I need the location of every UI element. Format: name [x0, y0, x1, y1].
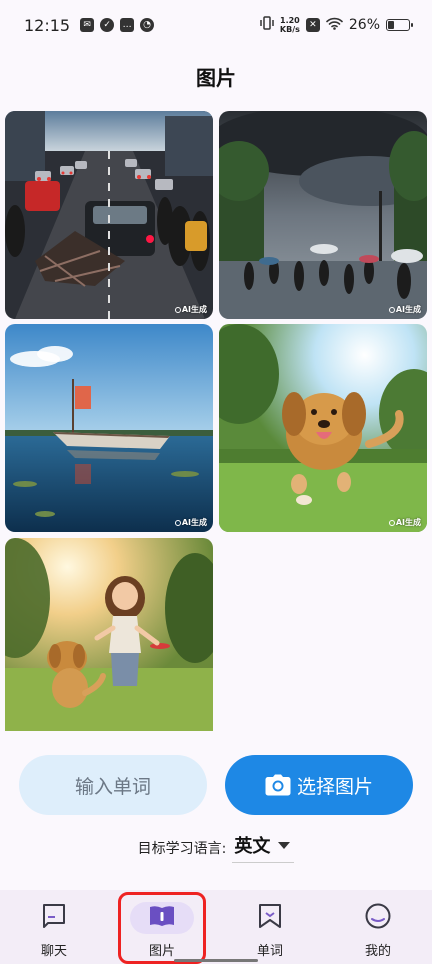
- vibrate-icon: [260, 15, 274, 35]
- gesture-home-bar: [174, 959, 258, 962]
- gallery-photo-dog[interactable]: AI生成: [219, 324, 427, 532]
- network-speed: 1.20 KB/s: [280, 16, 300, 34]
- camera-icon: [265, 774, 291, 796]
- network-speed-unit: KB/s: [279, 25, 300, 34]
- storm-crowd-image: [219, 111, 427, 319]
- gallery-photo-traffic[interactable]: AI生成: [5, 111, 213, 319]
- status-bar: 12:15 ✉ ✓ … ◔ 1.20 KB/s ✕ 26%: [0, 0, 432, 50]
- ai-badge-text: AI生成: [181, 305, 207, 314]
- image-book-icon: [149, 905, 175, 931]
- gallery-photo-girl-dog[interactable]: [5, 538, 213, 731]
- nav-item-chat[interactable]: 聊天: [0, 890, 108, 964]
- image-gallery: AI生成 AI生成 AI生成 AI生成: [5, 111, 427, 731]
- golden-retriever-image: [219, 324, 427, 532]
- ai-generated-badge: AI生成: [174, 304, 207, 315]
- girl-with-dog-image: [5, 538, 213, 731]
- nav-label-image: 图片: [148, 944, 175, 959]
- battery-percent: 26%: [348, 17, 380, 33]
- ai-badge-text: AI生成: [181, 518, 207, 527]
- target-language-dropdown[interactable]: 英文: [232, 832, 295, 863]
- check-notification-icon: ✓: [100, 18, 115, 32]
- nav-label-chat: 聊天: [40, 944, 67, 959]
- input-word-label: 输入单词: [74, 775, 151, 798]
- gallery-photo-boat[interactable]: AI生成: [5, 324, 213, 532]
- network-speed-value: 1.20: [280, 16, 300, 25]
- ai-badge-text: AI生成: [395, 305, 421, 314]
- target-language-row: 目标学习语言: 英文: [0, 832, 432, 863]
- select-image-button[interactable]: 选择图片: [225, 755, 413, 815]
- ai-badge-text: AI生成: [395, 518, 421, 527]
- ai-generated-badge: AI生成: [388, 304, 421, 315]
- ai-generated-badge: AI生成: [388, 517, 421, 528]
- wechat-notification-icon: ◔: [140, 18, 155, 32]
- target-language-value: 英文: [234, 836, 271, 857]
- profile-icon: [365, 903, 391, 933]
- nav-item-image[interactable]: 图片: [108, 890, 216, 964]
- status-time: 12:15: [24, 15, 71, 35]
- mail-notification-icon: ✉: [80, 18, 95, 32]
- ai-generated-badge: AI生成: [174, 517, 207, 528]
- bookmark-icon: [258, 903, 282, 933]
- nav-label-profile: 我的: [364, 944, 391, 959]
- dropdown-caret-icon: [278, 841, 291, 849]
- gallery-photo-storm[interactable]: AI生成: [219, 111, 427, 319]
- battery-icon: [386, 19, 413, 31]
- nav-item-profile[interactable]: 我的: [324, 890, 432, 964]
- sim-off-icon: ✕: [305, 18, 320, 32]
- input-word-button[interactable]: 输入单词: [19, 755, 207, 815]
- wifi-icon: [326, 16, 343, 34]
- nav-label-words: 单词: [256, 944, 283, 959]
- boat-lake-image: [5, 324, 213, 532]
- traffic-jam-image: [5, 111, 213, 319]
- bottom-nav: 聊天 图片 单词 我的: [0, 890, 432, 964]
- message-notification-icon: …: [120, 18, 135, 32]
- page-title: 图片: [196, 66, 236, 90]
- target-language-label: 目标学习语言:: [137, 840, 227, 857]
- chat-icon: [42, 903, 66, 933]
- select-image-label: 选择图片: [296, 775, 373, 798]
- nav-item-words[interactable]: 单词: [216, 890, 324, 964]
